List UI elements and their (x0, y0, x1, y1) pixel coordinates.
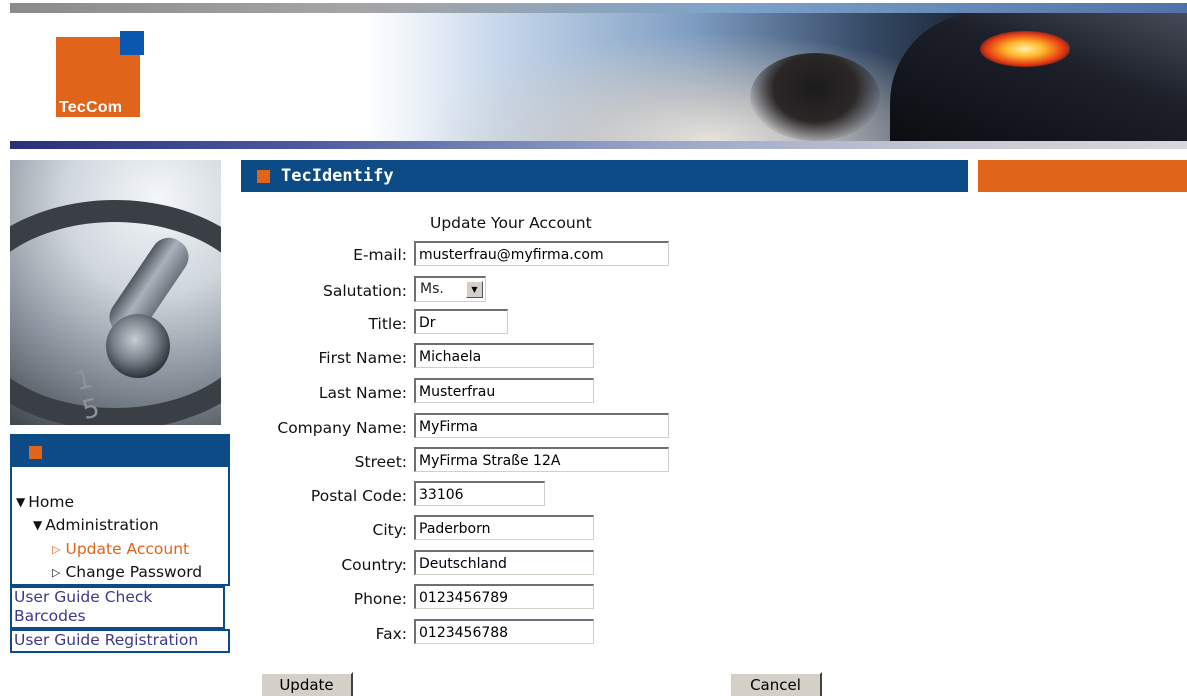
postal-code-field[interactable] (414, 481, 545, 506)
chevron-down-icon[interactable]: ▼ (466, 281, 483, 298)
menu-header (12, 436, 228, 467)
city-field[interactable] (414, 515, 594, 540)
salutation-select[interactable]: Ms. ▼ (414, 276, 486, 302)
menu-item-label: Administration (45, 516, 159, 534)
country-field[interactable] (414, 550, 594, 575)
last-name-field[interactable] (414, 378, 594, 403)
street-label: Street: (354, 453, 407, 471)
banner-taillight (980, 31, 1070, 67)
title-accent-bar (978, 160, 1187, 192)
menu-item-administration[interactable]: ▼ Administration (33, 516, 159, 534)
street-field[interactable] (414, 447, 669, 472)
banner-top-stripe (10, 3, 1187, 13)
email-field[interactable] (414, 241, 669, 266)
menu-item-label: Home (28, 493, 75, 511)
gear-knob (106, 314, 170, 378)
menu-item-change-password[interactable]: ▷ Change Password (52, 563, 202, 581)
teccom-logo-accent-square (120, 31, 144, 55)
triangle-down-icon: ▼ (16, 495, 26, 509)
postal-code-label: Postal Code: (310, 487, 407, 505)
menu-item-label: Change Password (65, 563, 203, 581)
teccom-logo-text: TecCom (59, 99, 123, 116)
first-name-field[interactable] (414, 343, 594, 368)
title-field[interactable] (414, 309, 508, 334)
header-banner-image (10, 13, 1187, 141)
gear-shift-image: 1 3 5 (10, 160, 221, 425)
menu-item-update-account[interactable]: ▷ Update Account (52, 540, 189, 558)
fax-label: Fax: (375, 625, 407, 643)
company-name-field[interactable] (414, 413, 669, 438)
phone-field[interactable] (414, 584, 594, 609)
app-title: TecIdentify (281, 166, 394, 186)
navigation-menu: ▼ Home ▼ Administration ▷ Update Account ▷ C… (10, 434, 230, 586)
link-user-guide-check-barcodes[interactable]: User Guide Check Barcodes (10, 586, 225, 629)
email-label: E-mail: (353, 246, 407, 264)
banner-bottom-stripe (10, 141, 1187, 149)
phone-label: Phone: (353, 590, 407, 608)
triangle-right-icon: ▷ (52, 543, 61, 556)
link-user-guide-registration[interactable]: User Guide Registration (10, 629, 230, 653)
company-name-label: Company Name: (277, 419, 407, 437)
city-label: City: (372, 521, 407, 539)
fax-field[interactable] (414, 619, 594, 644)
update-button[interactable]: Update (260, 672, 353, 696)
country-label: Country: (341, 556, 407, 574)
salutation-label: Salutation: (323, 282, 407, 300)
first-name-label: First Name: (318, 349, 408, 367)
cancel-button[interactable]: Cancel (729, 672, 822, 696)
form-heading: Update Your Account (430, 214, 592, 232)
last-name-label: Last Name: (318, 384, 407, 402)
title-label: Title: (368, 315, 407, 333)
menu-header-square-icon (29, 446, 42, 459)
triangle-down-icon: ▼ (33, 518, 43, 532)
banner-driver-silhouette (750, 53, 880, 141)
menu-item-label: Update Account (65, 540, 190, 558)
title-square-icon (257, 170, 270, 183)
menu-item-home[interactable]: ▼ Home (16, 493, 74, 511)
triangle-right-icon: ▷ (52, 566, 61, 579)
salutation-value: Ms. (420, 281, 444, 297)
app-title-bar: TecIdentify (241, 160, 968, 192)
